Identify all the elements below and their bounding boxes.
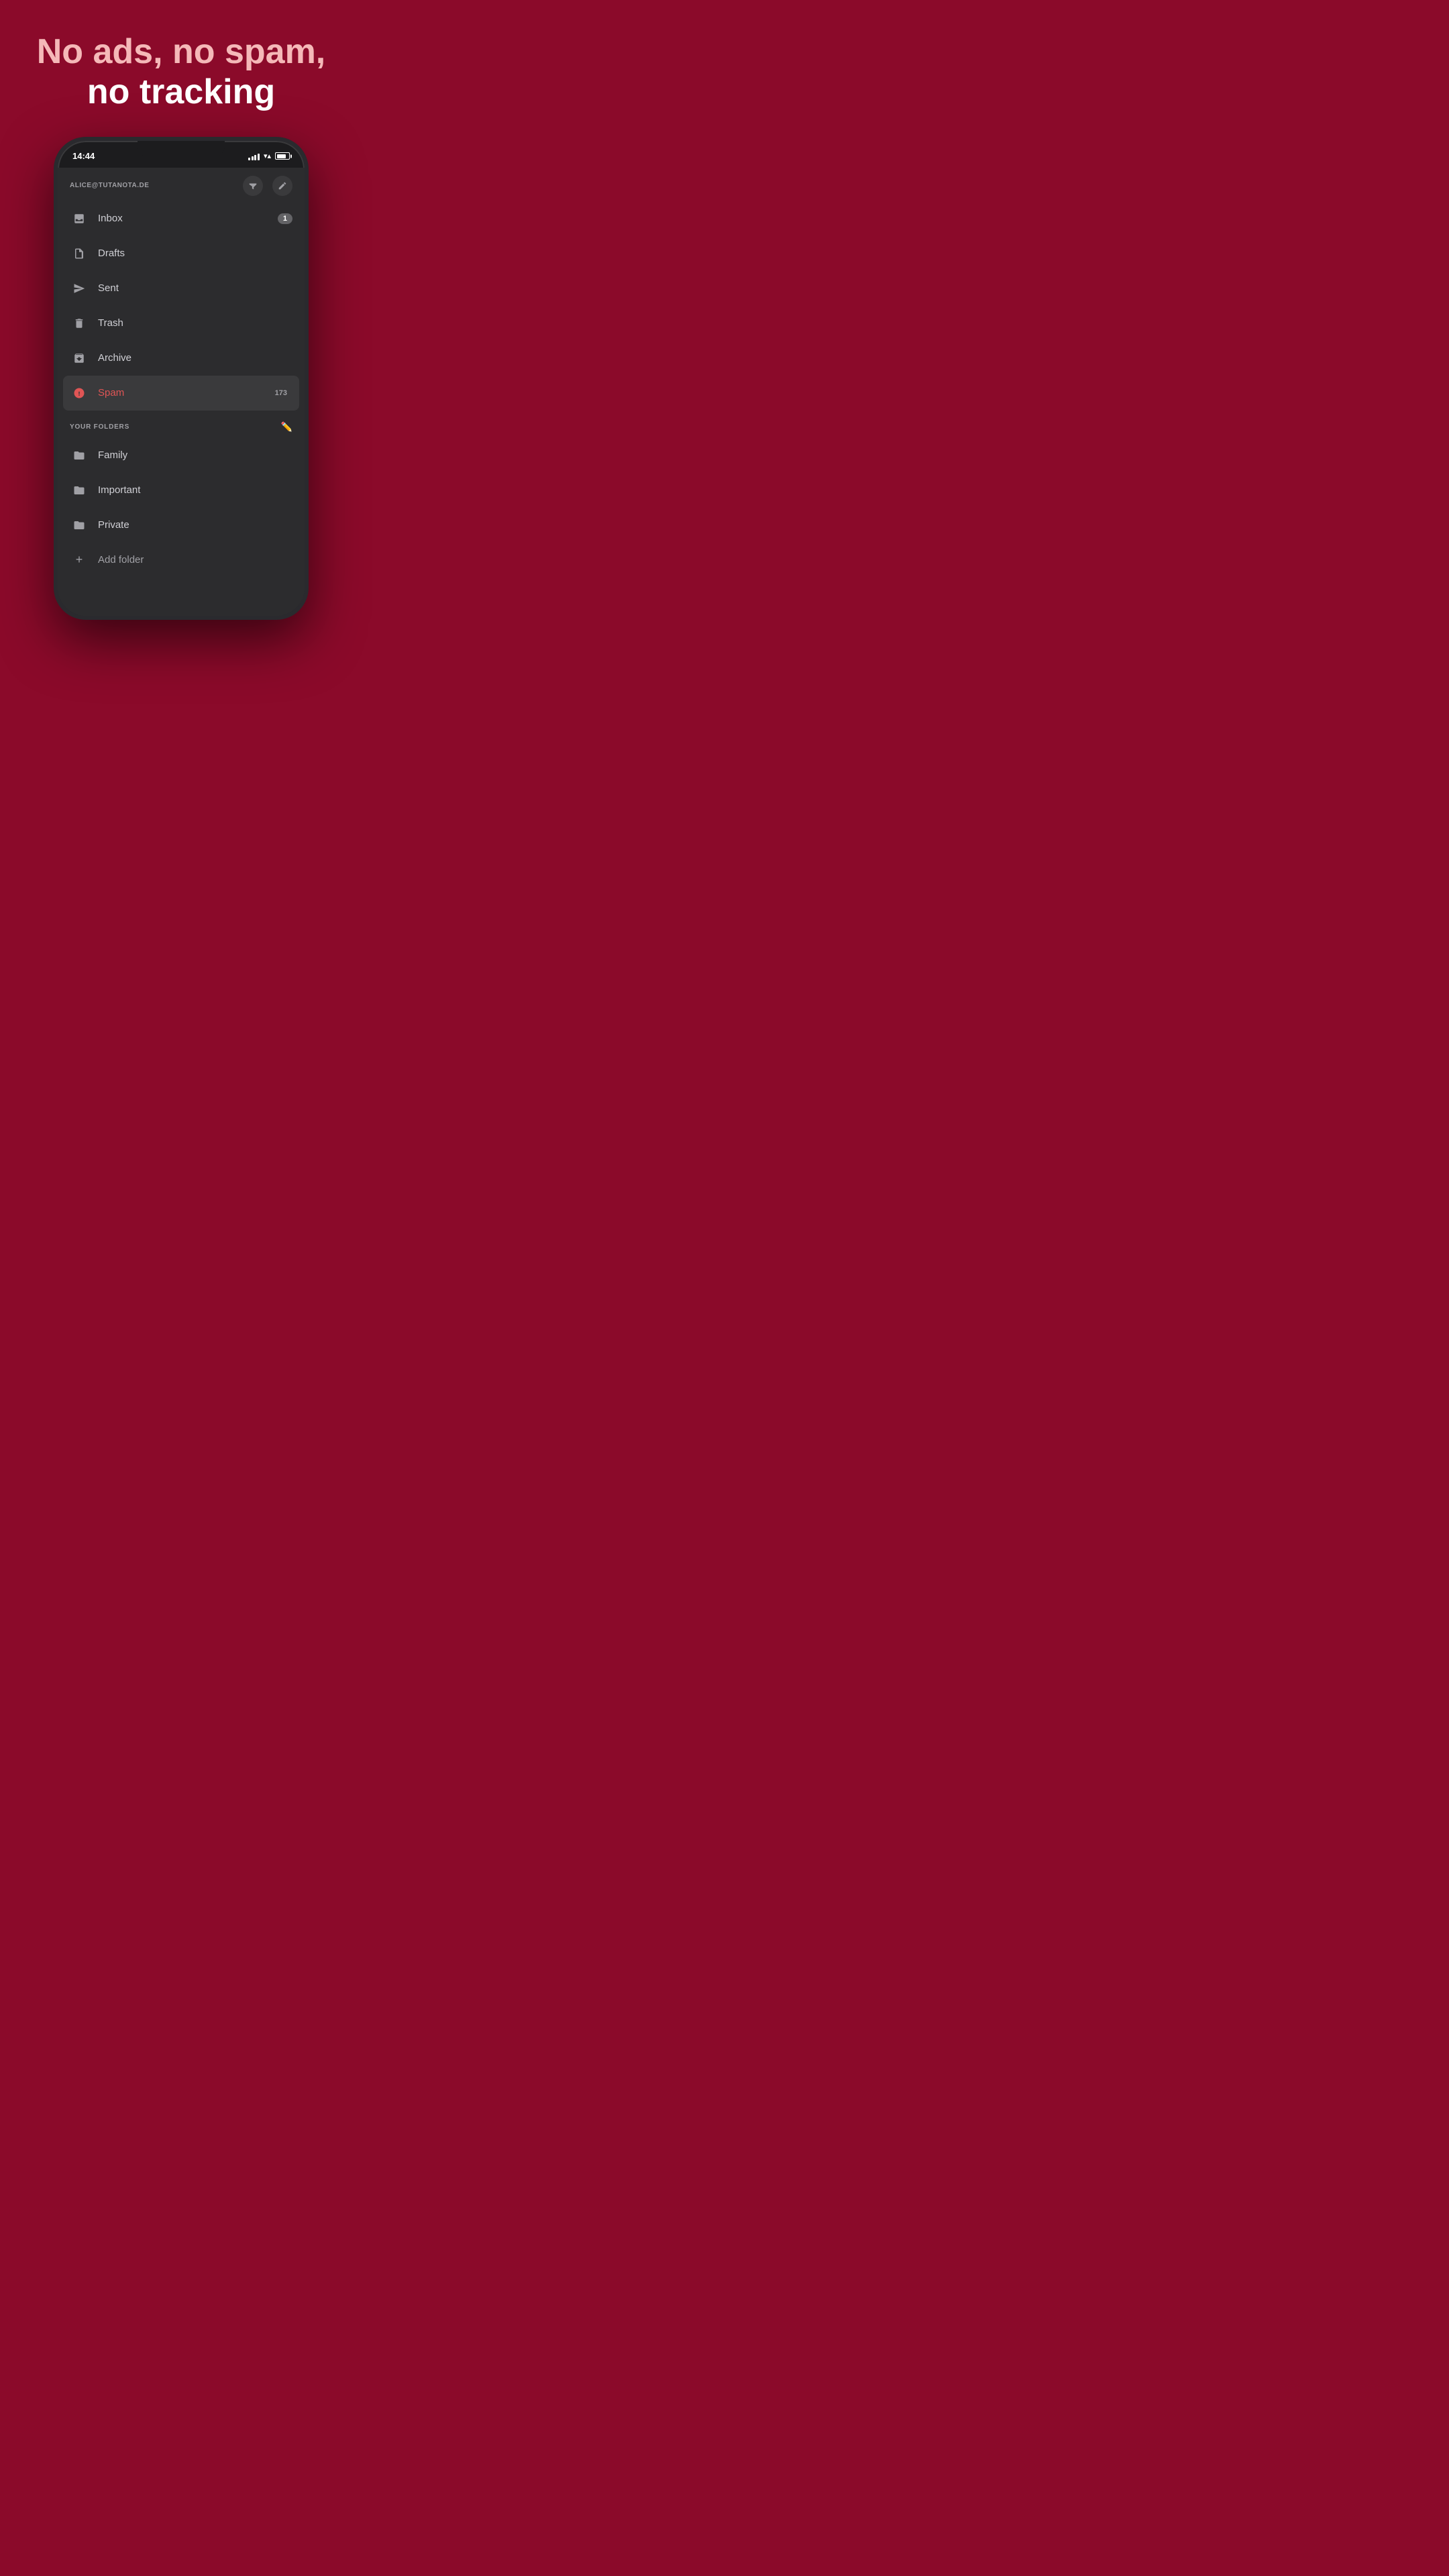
inbox-badge: 1 (278, 213, 292, 224)
nav-item-spam[interactable]: Spam 173 (63, 376, 299, 411)
phone-notch (138, 141, 225, 157)
app-content: ALICE@TUTANOTA.DE Inbox 1 Drafts (58, 168, 305, 616)
headline-line1: No ads, no spam, (37, 32, 326, 71)
wifi-icon: ▾▴ (264, 152, 271, 160)
email-label: ALICE@TUTANOTA.DE (70, 182, 149, 189)
nav-item-trash[interactable]: Trash (58, 306, 305, 341)
nav-item-sent[interactable]: Sent (58, 271, 305, 306)
folder-private-icon (70, 516, 89, 535)
inbox-label: Inbox (98, 213, 268, 224)
drafts-label: Drafts (98, 248, 292, 259)
status-time: 14:44 (72, 151, 95, 161)
trash-icon (70, 314, 89, 333)
nav-item-inbox[interactable]: Inbox 1 (58, 201, 305, 236)
app-header: ALICE@TUTANOTA.DE (58, 168, 305, 201)
phone-mockup: 14:44 ▾▴ ALICE@TUTANOTA.DE (54, 137, 309, 620)
folders-section-header: YOUR FOLDERS ✏️ (58, 411, 305, 438)
sent-icon (70, 279, 89, 298)
family-label: Family (98, 449, 292, 461)
header-actions (243, 176, 292, 196)
private-label: Private (98, 519, 292, 531)
spam-label: Spam (98, 387, 260, 398)
folder-family-icon (70, 446, 89, 465)
edit-folders-icon[interactable]: ✏️ (281, 421, 292, 433)
nav-item-drafts[interactable]: Drafts (58, 236, 305, 271)
signal-icon (248, 152, 260, 160)
nav-item-important[interactable]: Important (58, 473, 305, 508)
add-folder-item[interactable]: + Add folder (58, 543, 305, 578)
headline-line2: no tracking (87, 72, 275, 111)
add-folder-icon: + (70, 551, 89, 570)
inbox-icon (70, 209, 89, 228)
sent-label: Sent (98, 282, 292, 294)
spam-icon (70, 384, 89, 402)
drafts-icon (70, 244, 89, 263)
archive-label: Archive (98, 352, 292, 364)
trash-label: Trash (98, 317, 292, 329)
headline: No ads, no spam, no tracking (10, 0, 353, 137)
archive-icon (70, 349, 89, 368)
battery-icon (275, 152, 290, 160)
compose-button[interactable] (272, 176, 292, 196)
important-label: Important (98, 484, 292, 496)
spam-badge: 173 (270, 388, 292, 398)
filter-button[interactable] (243, 176, 263, 196)
nav-item-family[interactable]: Family (58, 438, 305, 473)
folders-section-title: YOUR FOLDERS (70, 423, 129, 431)
nav-item-archive[interactable]: Archive (58, 341, 305, 376)
add-folder-label: Add folder (98, 554, 144, 566)
status-icons: ▾▴ (248, 152, 290, 160)
folder-important-icon (70, 481, 89, 500)
nav-item-private[interactable]: Private (58, 508, 305, 543)
